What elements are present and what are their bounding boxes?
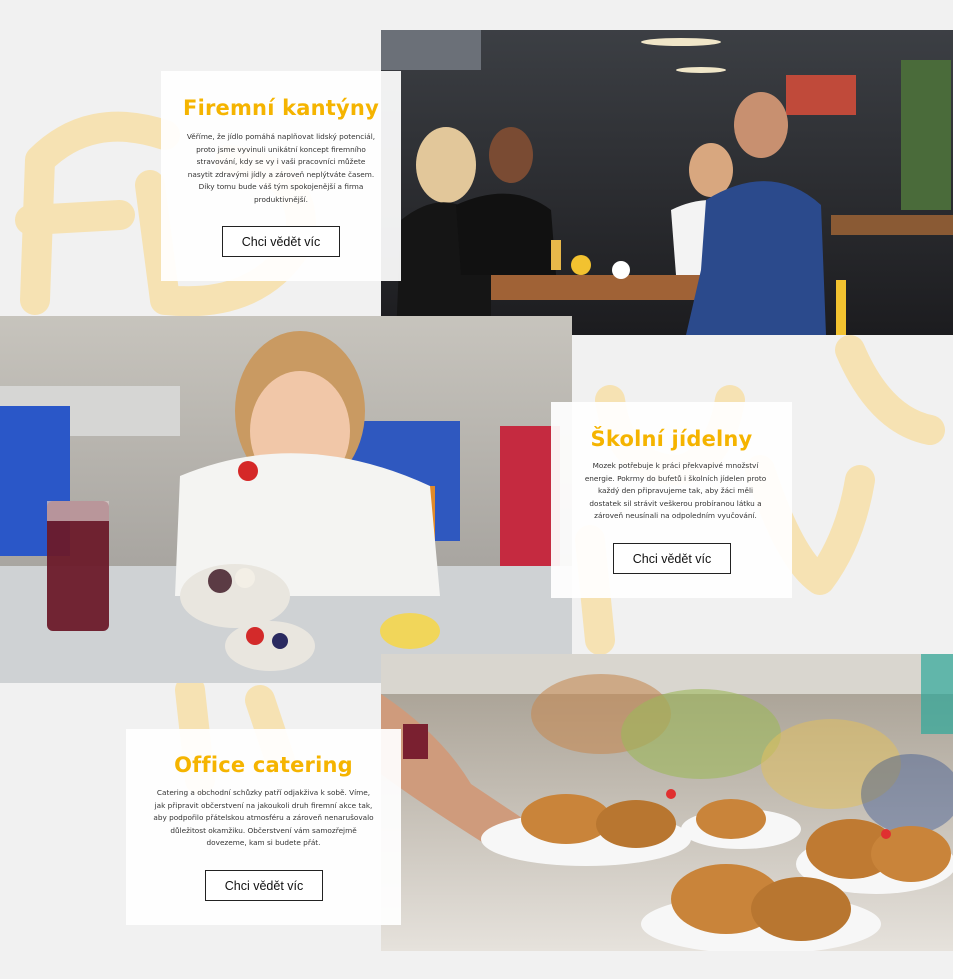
canteen-info-card: Firemní kantýny Věříme, že jídlo pomáhá … <box>161 71 401 281</box>
office-catering-info-card: Office catering Catering a obchodní schů… <box>126 729 401 925</box>
school-more-button[interactable]: Chci vědět víc <box>613 543 731 574</box>
canteen-description: Věříme, že jídlo pomáhá naplňovat lidský… <box>186 132 376 204</box>
canteen-more-button[interactable]: Chci vědět víc <box>222 226 340 257</box>
office-catering-title: Office catering <box>174 753 353 777</box>
office-catering-more-button[interactable]: Chci vědět víc <box>205 870 323 901</box>
office-catering-description: Catering a obchodní schůzky patří odjakž… <box>153 788 374 848</box>
canteen-title: Firemní kantýny <box>183 96 379 120</box>
canteen-dining-photo <box>381 30 953 335</box>
school-info-card: Školní jídelny Mozek potřebuje k práci p… <box>551 402 792 598</box>
school-title: Školní jídelny <box>590 427 753 451</box>
catering-croissants-photo <box>381 654 953 951</box>
school-girl-eating-photo <box>0 316 572 683</box>
school-description: Mozek potřebuje k práci překvapivé množs… <box>584 461 767 521</box>
